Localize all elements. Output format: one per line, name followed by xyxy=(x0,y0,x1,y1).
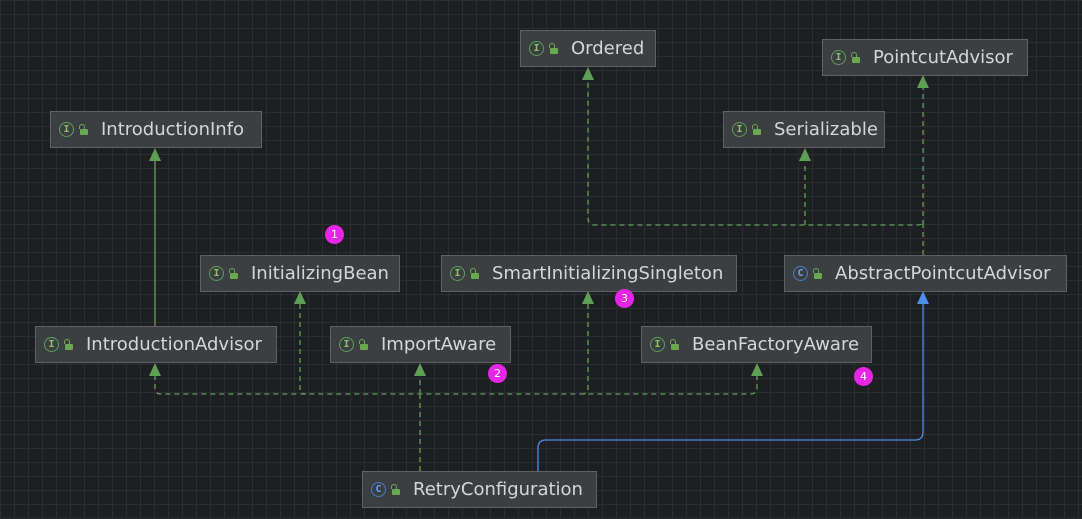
interface-icon: I xyxy=(59,122,74,137)
lock-icon xyxy=(850,51,861,64)
node-label: BeanFactoryAware xyxy=(692,334,860,355)
node-label: InitializingBean xyxy=(251,263,389,284)
arrowhead xyxy=(294,291,306,304)
node-label: Serializable xyxy=(774,119,878,140)
edge-ordered xyxy=(587,80,924,255)
node-label: ImportAware xyxy=(381,334,497,355)
interface-icon: I xyxy=(732,122,747,137)
interface-icon: I xyxy=(209,266,224,281)
arrowhead xyxy=(149,363,161,376)
marker-badge-1: 1 xyxy=(325,225,344,244)
lock-icon xyxy=(63,338,74,351)
node-introduction-advisor[interactable]: I IntroductionAdvisor xyxy=(35,326,277,363)
interface-icon: I xyxy=(44,337,59,352)
node-ordered[interactable]: I Ordered xyxy=(520,30,656,67)
interface-icon: I xyxy=(529,41,544,56)
interface-icon: I xyxy=(339,337,354,352)
lock-icon xyxy=(548,42,559,55)
arrowhead xyxy=(582,291,594,304)
marker-badge-4: 4 xyxy=(854,367,873,386)
edge-implements-bus xyxy=(154,375,758,395)
node-label: RetryConfiguration xyxy=(413,479,583,500)
node-label: PointcutAdvisor xyxy=(873,47,1013,68)
node-serializable[interactable]: I Serializable xyxy=(723,111,885,148)
node-label: IntroductionInfo xyxy=(101,119,245,140)
node-introduction-info[interactable]: I IntroductionInfo xyxy=(50,111,262,148)
lock-icon xyxy=(751,123,762,136)
node-initializing-bean[interactable]: I InitializingBean xyxy=(200,255,400,292)
lock-icon xyxy=(669,338,680,351)
lock-icon xyxy=(812,267,823,280)
node-label: IntroductionAdvisor xyxy=(86,334,262,355)
marker-badge-2: 2 xyxy=(488,364,507,383)
node-smart-initializing-singleton[interactable]: I SmartInitializingSingleton xyxy=(441,255,737,292)
node-label: AbstractPointcutAdvisor xyxy=(835,263,1051,284)
node-label: SmartInitializingSingleton xyxy=(492,263,724,284)
lock-icon xyxy=(228,267,239,280)
edge-smart-initializing-singleton xyxy=(581,304,589,395)
lock-icon xyxy=(469,267,480,280)
edge-initializing-bean xyxy=(299,304,307,395)
node-pointcut-advisor[interactable]: I PointcutAdvisor xyxy=(822,39,1028,76)
interface-icon: I xyxy=(831,50,846,65)
arrowhead xyxy=(149,148,161,161)
arrowhead xyxy=(917,75,929,88)
interface-icon: I xyxy=(650,337,665,352)
node-retry-configuration[interactable]: C RetryConfiguration xyxy=(362,471,597,508)
interface-icon: I xyxy=(450,266,465,281)
class-icon: C xyxy=(371,482,386,497)
node-bean-factory-aware[interactable]: I BeanFactoryAware xyxy=(641,326,872,363)
arrowhead xyxy=(799,148,811,161)
class-icon: C xyxy=(793,266,808,281)
lock-icon xyxy=(78,123,89,136)
arrowhead xyxy=(582,67,594,80)
lock-icon xyxy=(390,483,401,496)
lock-icon xyxy=(358,338,369,351)
arrowhead xyxy=(414,363,426,376)
arrowhead xyxy=(917,291,929,304)
node-import-aware[interactable]: I ImportAware xyxy=(330,326,511,363)
node-label: Ordered xyxy=(571,38,645,59)
arrowhead xyxy=(751,363,763,376)
node-abstract-pointcut-advisor[interactable]: C AbstractPointcutAdvisor xyxy=(784,255,1067,292)
marker-badge-3: 3 xyxy=(615,289,634,308)
